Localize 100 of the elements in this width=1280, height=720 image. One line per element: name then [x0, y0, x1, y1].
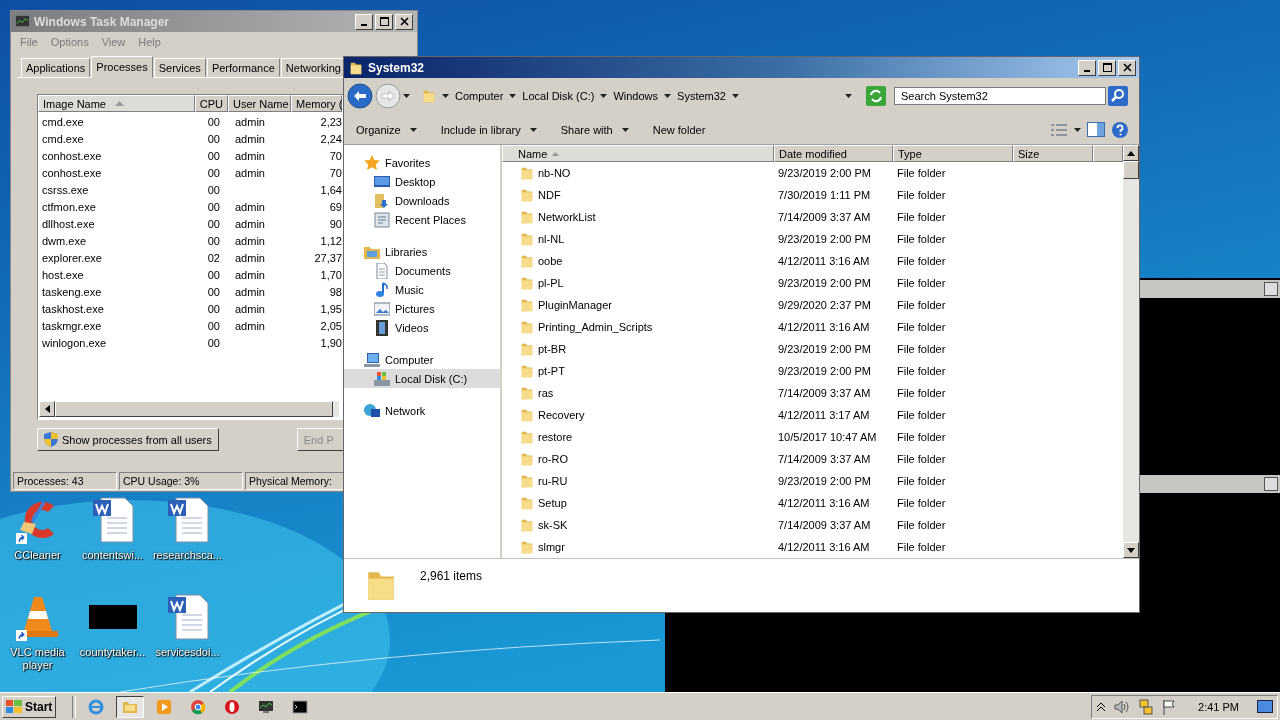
back-button[interactable]	[347, 83, 373, 109]
file-name[interactable]: nl-NL	[538, 233, 565, 245]
dropdown-caret-icon	[529, 127, 537, 132]
file-name[interactable]: PluginManager	[538, 299, 612, 311]
chrome-icon[interactable]	[190, 698, 207, 715]
nav-item[interactable]: Videos	[344, 318, 500, 337]
tab[interactable]: Processes	[91, 56, 153, 79]
clock[interactable]: 2:41 PM	[1198, 700, 1239, 713]
file-name[interactable]: pt-PT	[538, 365, 565, 377]
show-desktop-icon[interactable]	[1257, 699, 1273, 714]
file-name[interactable]: pt-BR	[538, 343, 567, 355]
file-name[interactable]: ras	[538, 387, 554, 399]
folder-icon	[520, 297, 534, 313]
table-cell-text: File folder	[896, 211, 947, 223]
preview-pane-icon[interactable]	[1087, 122, 1105, 137]
shortcut-arrow-icon	[15, 533, 27, 544]
toolbar-button[interactable]: Include in library	[434, 121, 543, 138]
nav-item[interactable]: Documents	[344, 261, 500, 280]
vertical-scrollbar[interactable]	[1123, 145, 1139, 558]
search-field[interactable]: Search System32	[894, 87, 1106, 105]
network-icon[interactable]	[1138, 698, 1155, 715]
nav-item[interactable]: Computer	[344, 350, 500, 369]
breadcrumb-item[interactable]: Computer	[455, 90, 504, 102]
maximize-button[interactable]	[375, 13, 393, 30]
file-name[interactable]: ru-RU	[538, 475, 568, 487]
column-header[interactable]: Memory (	[291, 95, 342, 113]
console-icon[interactable]	[292, 698, 309, 715]
tab[interactable]: Applications	[21, 58, 91, 78]
flag-icon[interactable]	[1162, 698, 1177, 715]
address-dropdown-icon	[845, 94, 852, 98]
nav-item[interactable]: Music	[344, 280, 500, 299]
show-hidden-icons-icon[interactable]	[1096, 701, 1107, 712]
file-name[interactable]: oobe	[538, 255, 563, 267]
breadcrumb-item[interactable]: Local Disk (C:)	[522, 90, 595, 102]
restore-button[interactable]	[1264, 282, 1278, 296]
table-cell-text: File folder	[896, 541, 947, 553]
nav-item[interactable]: Recent Places	[344, 210, 500, 229]
file-name[interactable]: slmgr	[538, 541, 565, 553]
refresh-button[interactable]	[866, 86, 886, 106]
search-icon[interactable]	[1108, 86, 1128, 106]
breadcrumb-item[interactable]: System32	[677, 90, 726, 102]
table-cell-text: 00	[206, 268, 221, 281]
nav-item[interactable]: Downloads	[344, 191, 500, 210]
maximize-button[interactable]	[1098, 59, 1116, 76]
file-name[interactable]: restore	[538, 431, 573, 443]
file-name[interactable]: nb-NO	[538, 167, 571, 179]
file-name[interactable]: Recovery	[538, 409, 585, 421]
column-header[interactable]: Image Name	[38, 95, 195, 113]
left-arrow-icon[interactable]	[44, 405, 50, 414]
o-letter-icon[interactable]	[224, 698, 241, 715]
column-header[interactable]: Size	[1013, 145, 1093, 162]
tab[interactable]: Performance	[206, 58, 280, 78]
column-header[interactable]: Date modified	[774, 145, 893, 162]
tab[interactable]: Services	[153, 58, 206, 78]
nav-item[interactable]: Desktop	[344, 172, 500, 191]
monitor-icon[interactable]	[258, 698, 275, 715]
show-all-processes-button[interactable]: Show processes from all users	[37, 428, 219, 452]
table-cell-text: taskeng.exe	[41, 285, 103, 298]
toolbar-button[interactable]: Share with	[554, 121, 635, 138]
table-cell-text: 1,90	[319, 336, 342, 349]
minimize-button[interactable]	[1078, 59, 1096, 76]
table-cell-text: 4/12/2011 3:16 AM	[777, 497, 871, 509]
table-cell-text: 7/14/2009 3:37 AM	[777, 387, 872, 399]
file-name[interactable]: sk-SK	[538, 519, 568, 531]
scroll-thumb[interactable]	[1123, 161, 1139, 179]
speaker-icon[interactable]	[1114, 699, 1131, 714]
start-button[interactable]: Start	[2, 695, 57, 718]
table-cell-text: 10/5/2017 10:47 AM	[777, 431, 878, 443]
tab[interactable]: Networking	[280, 58, 346, 78]
table-cell-text: File folder	[896, 277, 947, 289]
toolbar-button[interactable]: Organize	[350, 121, 423, 138]
file-name[interactable]: NDF	[538, 189, 561, 201]
toolbar-button[interactable]: New folder	[646, 121, 712, 138]
taskbar-button[interactable]	[116, 695, 145, 718]
column-header[interactable]: CPU	[195, 95, 228, 113]
breadcrumb-item[interactable]: Windows	[613, 90, 659, 102]
file-name[interactable]: Printing_Admin_Scripts	[538, 321, 653, 333]
column-header[interactable]: User Name	[228, 95, 291, 113]
minimize-button[interactable]	[355, 13, 373, 30]
table-cell-text: 00	[206, 200, 221, 213]
close-button[interactable]	[1118, 59, 1136, 76]
nav-item[interactable]: Libraries	[344, 242, 500, 261]
help-icon[interactable]	[1111, 120, 1129, 139]
column-header[interactable]: Name	[502, 145, 774, 162]
file-name[interactable]: Setup	[538, 497, 567, 509]
file-name[interactable]: ro-RO	[538, 453, 568, 465]
folder-icon	[520, 363, 534, 379]
nav-item[interactable]: Network	[344, 401, 500, 420]
close-button[interactable]	[395, 13, 413, 30]
file-name[interactable]: pl-PL	[538, 277, 564, 289]
nav-item[interactable]: Pictures	[344, 299, 500, 318]
restore-button[interactable]	[1264, 477, 1278, 491]
folder-icon	[520, 209, 534, 225]
up-arrow-icon[interactable]	[1127, 150, 1135, 156]
file-name[interactable]: NetworkList	[538, 211, 596, 223]
nav-item[interactable]: Favorites	[344, 153, 500, 172]
nav-item[interactable]: Local Disk (C:)	[344, 369, 500, 388]
table-cell-text: admin	[234, 251, 266, 264]
column-header[interactable]: Type	[893, 145, 1013, 162]
down-arrow-icon[interactable]	[1127, 547, 1135, 553]
